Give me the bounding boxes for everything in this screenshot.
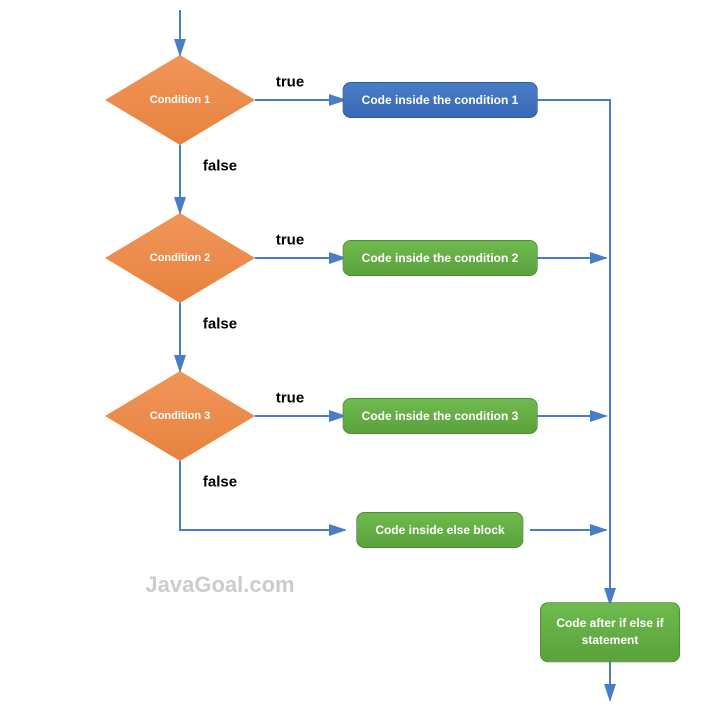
condition-3-label: Condition 3 bbox=[150, 410, 211, 422]
after-block-label: Code after if else if statement bbox=[556, 616, 663, 647]
edge-c1-true-label: true bbox=[276, 74, 304, 91]
edge-c2-false-label: false bbox=[203, 316, 237, 333]
edge-c1-false-label: false bbox=[203, 158, 237, 175]
else-block-label: Code inside else block bbox=[375, 523, 504, 537]
code-block-1: Code inside the condition 1 bbox=[343, 82, 538, 118]
condition-2-label: Condition 2 bbox=[150, 252, 211, 264]
edge-c3-false-label: false bbox=[203, 474, 237, 491]
after-block: Code after if else if statement bbox=[540, 602, 680, 662]
code-block-2-label: Code inside the condition 2 bbox=[362, 251, 519, 265]
condition-2-node: Condition 2 bbox=[105, 213, 255, 303]
condition-3-node: Condition 3 bbox=[105, 371, 255, 461]
code-block-3-label: Code inside the condition 3 bbox=[362, 409, 519, 423]
code-block-2: Code inside the condition 2 bbox=[343, 240, 538, 276]
code-block-1-label: Code inside the condition 1 bbox=[362, 93, 519, 107]
condition-1-node: Condition 1 bbox=[105, 55, 255, 145]
edge-c3-true-label: true bbox=[276, 390, 304, 407]
watermark-text: JavaGoal.com bbox=[145, 572, 294, 598]
code-block-3: Code inside the condition 3 bbox=[343, 398, 538, 434]
edge-c2-true-label: true bbox=[276, 232, 304, 249]
else-block: Code inside else block bbox=[356, 512, 523, 548]
condition-1-label: Condition 1 bbox=[150, 94, 211, 106]
